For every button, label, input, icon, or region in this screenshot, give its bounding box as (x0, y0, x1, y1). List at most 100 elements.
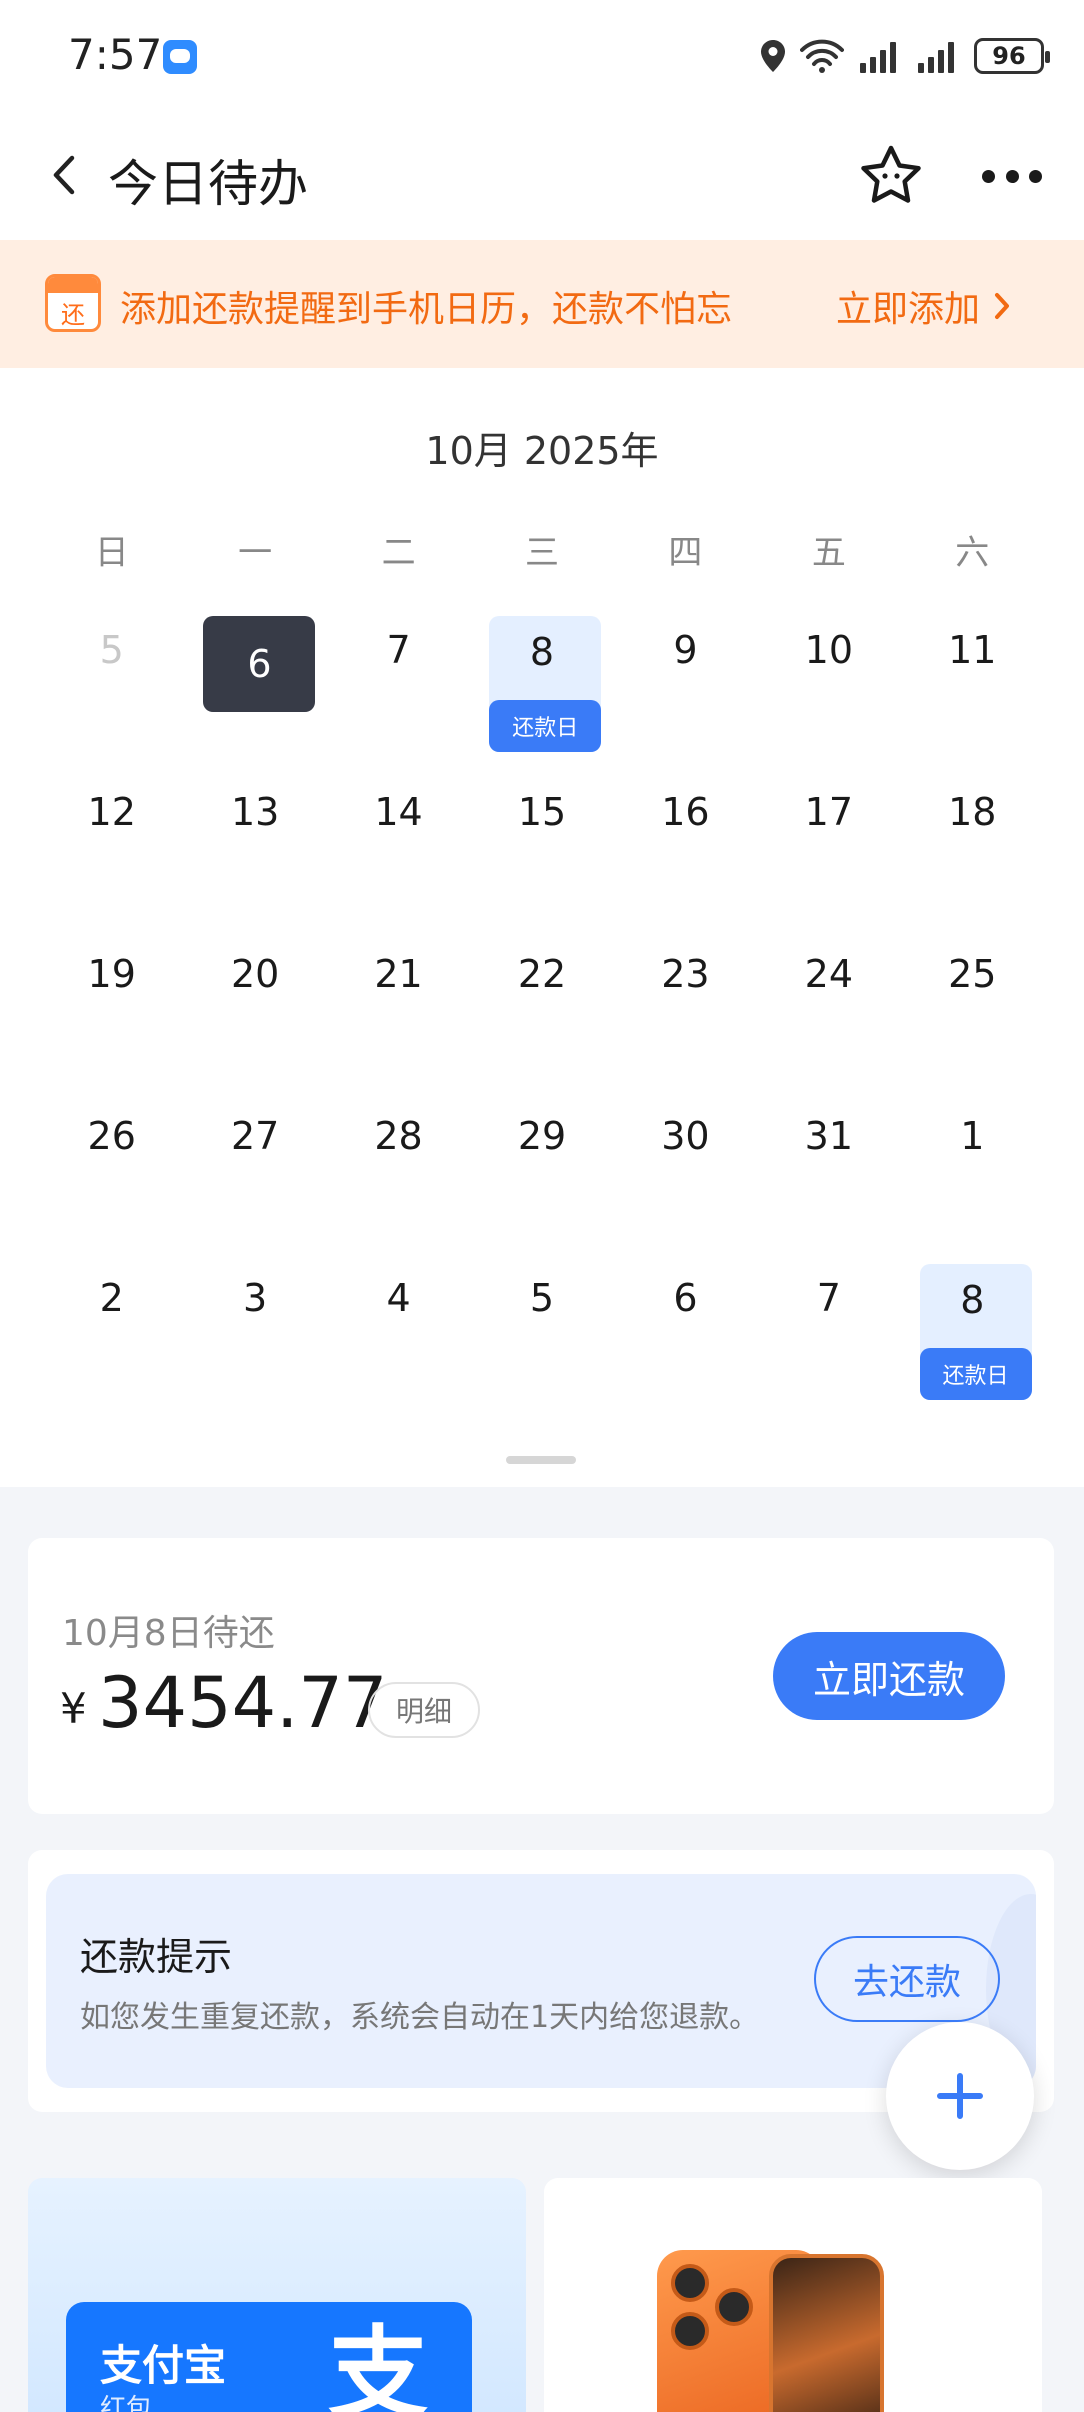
day-number: 4 (386, 1276, 411, 1320)
weekday-label: 二 (381, 533, 416, 573)
calendar-day[interactable]: 23 (614, 924, 757, 1086)
calendar-day[interactable]: 15 (470, 762, 613, 924)
calendar-day[interactable]: 12 (40, 762, 183, 924)
go-repay-button[interactable]: 去还款 (814, 1936, 1000, 2022)
calendar-day[interactable]: 26 (40, 1086, 183, 1248)
calendar-day[interactable]: 7 (327, 600, 470, 762)
day-number: 8 (529, 630, 555, 674)
calendar-day[interactable]: 21 (327, 924, 470, 1086)
calendar-day[interactable]: 25 (901, 924, 1044, 1086)
day-number: 12 (87, 790, 136, 834)
tip-title: 还款提示 (80, 1935, 233, 1979)
day-number: 10 (804, 628, 854, 672)
calendar-day[interactable]: 27 (183, 1086, 326, 1248)
alipay-red-packet-card: 支付宝 红包 支 (66, 2302, 472, 2412)
day-number: 17 (804, 790, 854, 834)
due-date-label: 10月8日待还 (62, 1613, 275, 1654)
weekday-label: 四 (668, 533, 703, 573)
status-icons: 96 (760, 34, 1050, 78)
more-options-icon[interactable] (982, 166, 1042, 186)
day-number: 9 (673, 628, 698, 672)
calendar-day[interactable]: 31 (757, 1086, 900, 1248)
add-fab-button[interactable] (886, 2022, 1034, 2170)
calendar-day[interactable]: 4 (327, 1248, 470, 1410)
day-number: 16 (661, 790, 710, 834)
phone-promo-card[interactable] (544, 2178, 1042, 2412)
calendar-day[interactable]: 2 (40, 1248, 183, 1410)
day-number: 3 (243, 1276, 268, 1320)
day-number: 14 (374, 790, 423, 834)
currency-symbol: ¥ (60, 1684, 87, 1733)
message-notification-icon (163, 40, 197, 74)
calendar-day[interactable]: 16 (614, 762, 757, 924)
repay-now-button[interactable]: 立即还款 (773, 1632, 1005, 1720)
day-number: 11 (948, 628, 997, 672)
day-number: 15 (517, 790, 567, 834)
calendar-day[interactable]: 3 (183, 1248, 326, 1410)
day-number: 18 (948, 790, 997, 834)
day-number: 28 (374, 1114, 423, 1158)
weekday-label: 五 (811, 533, 846, 573)
calendar-day[interactable]: 1 (901, 1086, 1044, 1248)
calendar-reminder-banner[interactable]: 还 添加还款提醒到手机日历，还款不怕忘 立即添加 (0, 240, 1084, 368)
calendar-day[interactable]: 6 (614, 1248, 757, 1410)
favorite-star-icon[interactable] (858, 143, 924, 209)
day-number: 30 (661, 1114, 710, 1158)
calendar-day[interactable]: 22 (470, 924, 613, 1086)
calendar-day-today[interactable]: 6 (183, 600, 326, 762)
alipay-subtitle: 红包 (100, 2394, 153, 2412)
drag-handle[interactable] (506, 1456, 576, 1464)
day-number: 1 (960, 1114, 985, 1158)
day-number: 5 (99, 628, 124, 672)
weekday-label: 一 (238, 533, 273, 573)
back-icon[interactable] (44, 150, 84, 200)
calendar-day[interactable]: 10 (757, 600, 900, 762)
calendar-day-repayment[interactable]: 8 还款日 (901, 1248, 1044, 1410)
calendar-day[interactable]: 7 (757, 1248, 900, 1410)
chevron-right-icon (995, 293, 1010, 319)
day-number: 22 (517, 952, 567, 996)
top-panel: 7:57 96 今日待办 还 添加还款提醒到手机日历，还款不怕忘 立即添加 10… (0, 0, 1084, 1487)
alipay-logo-icon: 支 (328, 2315, 428, 2412)
signal-icon (916, 39, 960, 73)
status-bar: 7:57 96 (0, 0, 1084, 110)
calendar-day[interactable]: 5 (470, 1248, 613, 1410)
calendar-day[interactable]: 30 (614, 1086, 757, 1248)
calendar-day[interactable]: 20 (183, 924, 326, 1086)
weekday-label: 三 (524, 533, 559, 573)
day-number: 25 (948, 952, 997, 996)
alipay-promo-card[interactable]: 支付宝 红包 支 (28, 2178, 526, 2412)
day-number: 13 (230, 790, 280, 834)
day-number: 24 (804, 952, 854, 996)
calendar-day[interactable]: 17 (757, 762, 900, 924)
tip-panel: 还款提示 如您发生重复还款，系统会自动在1天内给您退款。 去还款 (46, 1874, 1036, 2088)
calendar-day[interactable]: 13 (183, 762, 326, 924)
calendar-day[interactable]: 28 (327, 1086, 470, 1248)
calendar-day[interactable]: 18 (901, 762, 1044, 924)
day-number: 6 (247, 642, 272, 686)
calendar-day[interactable]: 19 (40, 924, 183, 1086)
plus-icon (937, 2073, 983, 2119)
day-number: 21 (374, 952, 423, 996)
calendar-day-repayment[interactable]: 8 还款日 (470, 600, 613, 762)
due-amount-card: 10月8日待还 ¥ 3454.77 明细 立即还款 (28, 1538, 1054, 1814)
add-now-link[interactable]: 立即添加 (836, 280, 1012, 332)
month-title[interactable]: 10月 2025年 (0, 420, 1084, 475)
phone-screen-image (769, 2254, 884, 2412)
repayment-day-tag: 还款日 (919, 1348, 1032, 1400)
calendar-day[interactable]: 5 (40, 600, 183, 762)
calendar-day[interactable]: 24 (757, 924, 900, 1086)
calendar-day[interactable]: 11 (901, 600, 1044, 762)
detail-button[interactable]: 明细 (368, 1682, 480, 1738)
signal-icon (858, 39, 902, 73)
day-number: 29 (517, 1114, 567, 1158)
day-number: 7 (816, 1276, 841, 1320)
calendar-day[interactable]: 14 (327, 762, 470, 924)
status-time: 7:57 (68, 30, 163, 79)
title-bar: 今日待办 (0, 110, 1084, 240)
calendar-day[interactable]: 9 (614, 600, 757, 762)
calendar-day[interactable]: 29 (470, 1086, 613, 1248)
calendar-icon-text: 还 (61, 301, 85, 329)
calendar-icon: 还 (45, 274, 101, 332)
wifi-icon (800, 38, 844, 74)
